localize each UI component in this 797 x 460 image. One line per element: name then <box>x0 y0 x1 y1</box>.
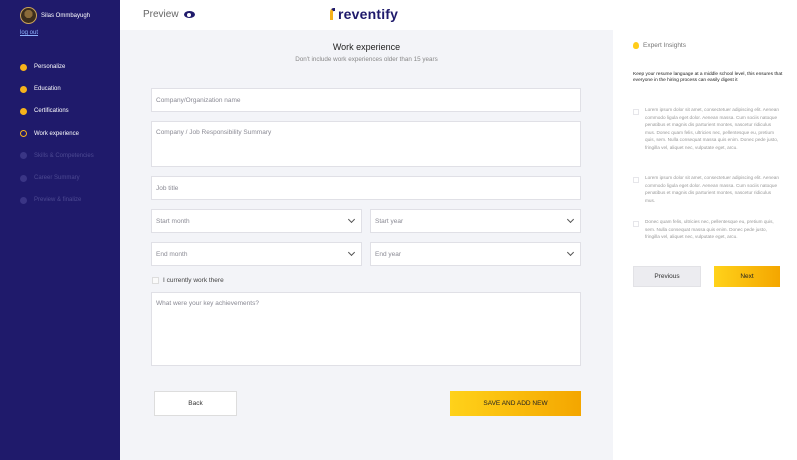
step-label: Certifications <box>34 108 69 115</box>
start-month-value: Start month <box>156 217 190 225</box>
step-certifications[interactable]: Certifications <box>20 100 94 122</box>
insights-title: Expert Insights <box>643 42 686 49</box>
next-button[interactable]: Next <box>714 266 780 287</box>
achievements-textarea[interactable]: What were your key achievements? <box>151 292 581 366</box>
step-done-dot-icon <box>20 63 27 71</box>
step-career-summary: Career Summary <box>20 167 94 189</box>
preview-label: Preview <box>143 9 179 20</box>
logout-link[interactable]: log out <box>20 30 38 36</box>
job-summary-textarea[interactable]: Company / Job Responsibility Summary <box>151 121 581 167</box>
achievements-placeholder: What were your key achievements? <box>156 300 259 307</box>
step-label: Career Summary <box>34 175 80 182</box>
save-and-add-new-button[interactable]: SAVE AND ADD NEW <box>450 391 581 416</box>
company-name-placeholder: Company/Organization name <box>156 96 241 104</box>
step-skills: Skills & Competencies <box>20 145 94 167</box>
chevron-down-icon <box>347 248 356 257</box>
expert-insights-panel: Expert Insights Keep your resume languag… <box>613 30 797 460</box>
brand-name: reventify <box>338 6 399 22</box>
start-year-select[interactable]: Start year <box>370 209 581 233</box>
step-label: Skills & Competencies <box>34 152 94 159</box>
user-name: Silas Ommbayugh <box>41 12 91 19</box>
progress-steps: Personalize Education Certifications Wor… <box>20 56 94 211</box>
job-title-placeholder: Job title <box>156 184 179 192</box>
step-todo-dot-icon <box>20 152 27 160</box>
chevron-down-icon <box>566 215 575 224</box>
lightbulb-icon <box>633 42 639 49</box>
insight-tip: Donec quam felis, ultricies nec, pellent… <box>633 218 781 241</box>
step-done-dot-icon <box>20 107 27 115</box>
company-name-input[interactable]: Company/Organization name <box>151 88 581 112</box>
step-label: Education <box>34 86 61 93</box>
top-header: Preview reventify <box>120 0 797 30</box>
step-todo-dot-icon <box>20 174 27 182</box>
form-title: Work experience <box>332 42 401 52</box>
tip-checkbox[interactable] <box>633 109 639 115</box>
preview-button[interactable]: Preview <box>143 9 195 20</box>
form-subtitle: Don't include work experiences older tha… <box>295 56 438 63</box>
previous-button[interactable]: Previous <box>633 266 701 287</box>
currently-work-label: I currently work there <box>163 277 224 284</box>
tip-text: Lorem ipsum dolor sit amet, consectetuer… <box>645 175 779 203</box>
currently-work-row: I currently work there <box>152 277 224 284</box>
end-month-value: End month <box>156 250 188 258</box>
end-month-select[interactable]: End month <box>151 242 362 266</box>
end-year-select[interactable]: End year <box>370 242 581 266</box>
insights-header: Expert Insights <box>633 42 686 49</box>
step-label: Personalize <box>34 64 66 71</box>
step-done-dot-icon <box>20 85 27 93</box>
tip-text: Donec quam felis, ultricies nec, pellent… <box>645 219 774 240</box>
work-experience-form: Work experience Don't include work exper… <box>120 30 613 460</box>
start-year-value: Start year <box>375 217 404 225</box>
step-current-ring-icon <box>20 130 27 138</box>
step-preview-finalize: Preview & finalize <box>20 189 94 211</box>
end-year-value: End year <box>375 250 402 258</box>
brand-mark-icon <box>330 8 335 20</box>
insight-tip: Lorem ipsum dolor sit amet, consectetuer… <box>633 106 781 152</box>
chevron-down-icon <box>566 248 575 257</box>
user-profile: Silas Ommbayugh <box>20 7 90 24</box>
step-work-experience[interactable]: Work experience <box>20 123 94 145</box>
job-title-input[interactable]: Job title <box>151 176 581 200</box>
eye-icon <box>183 11 195 18</box>
insights-note: Keep your resume language at a middle sc… <box>633 72 783 84</box>
currently-work-checkbox[interactable] <box>152 277 159 284</box>
brand-logo: reventify <box>330 6 398 22</box>
step-label: Preview & finalize <box>34 197 82 204</box>
chevron-down-icon <box>347 215 356 224</box>
tip-checkbox[interactable] <box>633 221 639 227</box>
step-education[interactable]: Education <box>20 78 94 100</box>
avatar <box>20 7 37 24</box>
step-todo-dot-icon <box>20 196 27 204</box>
back-button[interactable]: Back <box>154 391 237 416</box>
job-summary-placeholder: Company / Job Responsibility Summary <box>156 129 272 136</box>
start-month-select[interactable]: Start month <box>151 209 362 233</box>
tip-text: Lorem ipsum dolor sit amet, consectetuer… <box>645 107 779 150</box>
tip-checkbox[interactable] <box>633 177 639 183</box>
step-label: Work experience <box>34 130 79 137</box>
step-personalize[interactable]: Personalize <box>20 56 94 78</box>
sidebar: Silas Ommbayugh log out Personalize Educ… <box>0 0 120 460</box>
insight-tip: Lorem ipsum dolor sit amet, consectetuer… <box>633 174 781 204</box>
